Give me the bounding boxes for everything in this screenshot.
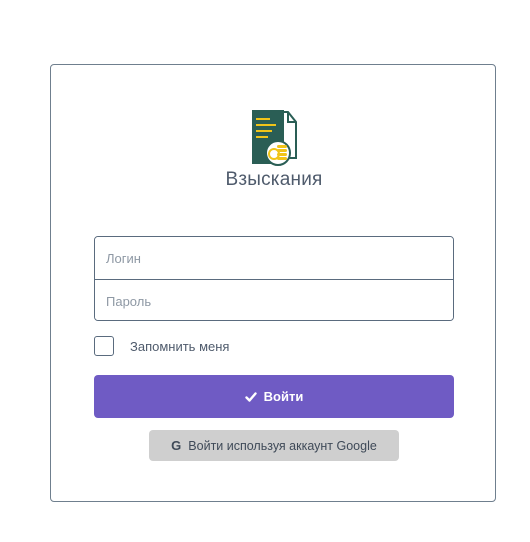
password-input[interactable]: [95, 280, 453, 320]
app-title: Взыскания: [225, 169, 323, 190]
remember-me-label[interactable]: Запомнить меня: [130, 339, 229, 354]
remember-me: Запомнить меня: [94, 335, 229, 357]
google-login-label: Войти используя аккаунт Google: [188, 438, 377, 453]
check-icon: [244, 391, 257, 402]
login-button[interactable]: Войти: [94, 375, 454, 418]
google-g-icon: G: [171, 438, 182, 453]
login-button-label: Войти: [263, 389, 304, 404]
credentials-group: [94, 236, 454, 321]
login-card: Взыскания Запомнить меня Войти G Войти и…: [50, 64, 496, 502]
google-login-button[interactable]: G Войти используя аккаунт Google: [149, 430, 399, 461]
login-input[interactable]: [95, 237, 453, 279]
document-coins-icon: [252, 110, 297, 166]
remember-me-checkbox[interactable]: [94, 336, 114, 356]
